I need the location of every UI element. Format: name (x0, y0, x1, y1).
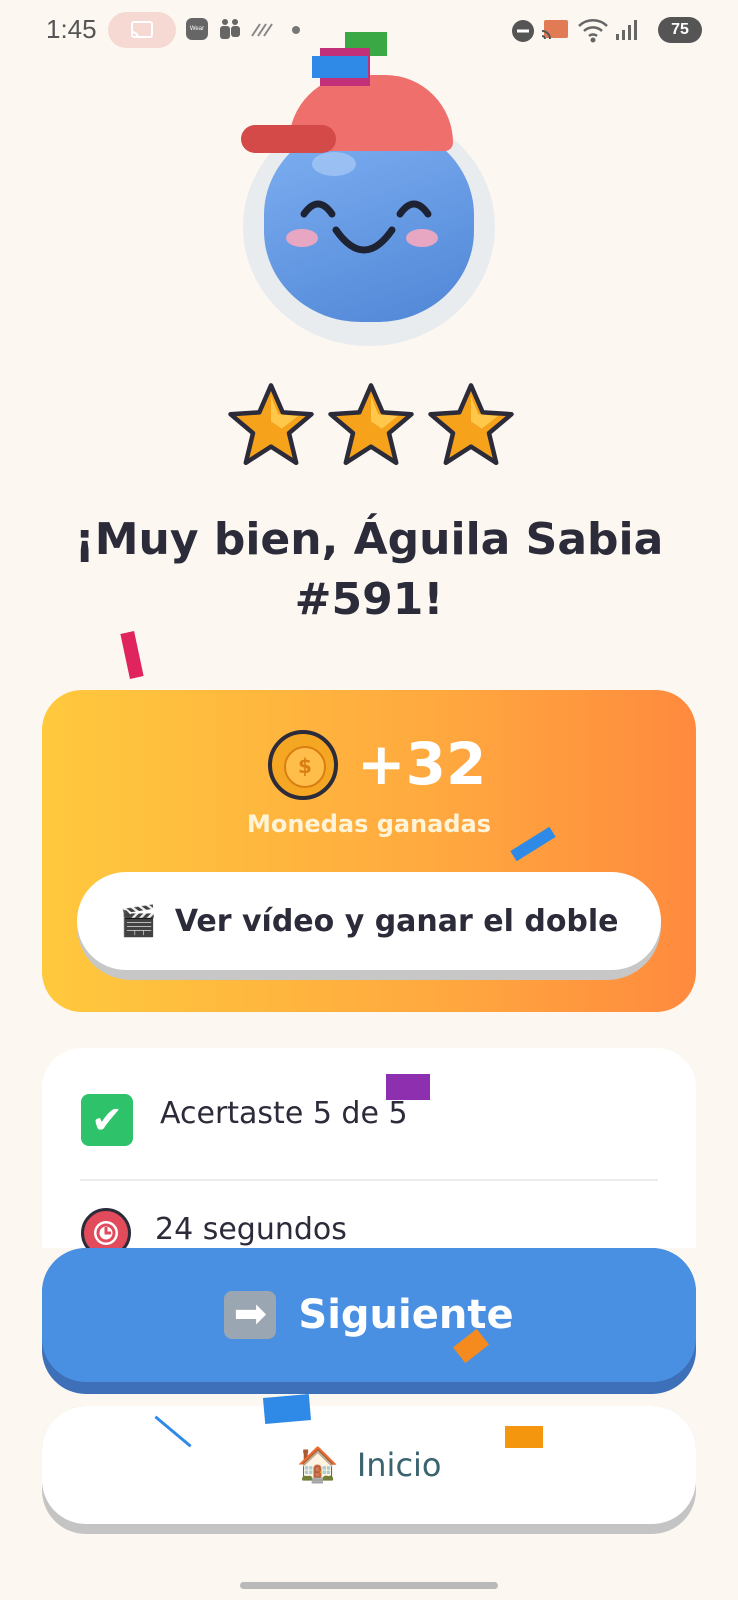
next-button-label: Siguiente (298, 1292, 514, 1338)
correct-answers-text: Acertaste 5 de 5 (160, 1096, 408, 1131)
confetti (505, 1426, 543, 1448)
stats-card (42, 1048, 696, 1268)
star-rating (226, 380, 516, 470)
star-icon (328, 383, 414, 466)
battery-icon: 75 (658, 17, 702, 43)
coins-caption: Monedas ganadas (246, 810, 492, 838)
screencast-icon (541, 20, 568, 40)
confetti (120, 631, 144, 679)
result-headline: ¡Muy bien, Águila Sabia #591! (74, 514, 664, 625)
watch-video-label: Ver vídeo y ganar el doble (174, 903, 619, 939)
house-icon: 🏠 (296, 1445, 339, 1485)
mascot-avatar (264, 124, 474, 322)
confetti (312, 56, 368, 78)
time-text: 24 segundos (155, 1212, 347, 1247)
divider (80, 1179, 658, 1181)
status-time: 1:45 (46, 14, 97, 44)
confetti (262, 1394, 312, 1424)
checkmark-icon: ✔ (81, 1094, 133, 1146)
arrow-right-icon: ➡ (224, 1291, 277, 1339)
clapperboard-icon: 🎬 (119, 903, 157, 939)
wifi-icon (578, 19, 608, 43)
coin-symbol: $ (284, 746, 326, 788)
home-button-label: Inicio (356, 1446, 442, 1484)
wear-os-icon: Wear (186, 18, 208, 40)
coins-amount: +32 (357, 730, 487, 798)
next-button[interactable]: ➡ Siguiente (42, 1248, 696, 1394)
coin-icon: $ (268, 730, 338, 800)
notification-dot (292, 26, 300, 34)
teams-icon (220, 19, 240, 39)
dnd-icon (512, 20, 534, 42)
star-icon (428, 383, 514, 466)
watch-video-double-button[interactable]: 🎬 Ver vídeo y ganar el doble (77, 872, 661, 980)
star-icon (228, 383, 314, 466)
cast-icon[interactable] (108, 12, 176, 48)
confetti (386, 1074, 430, 1100)
gesture-nav-handle[interactable] (240, 1582, 498, 1589)
cell-signal-icon (616, 20, 637, 40)
home-button[interactable]: 🏠 Inicio (42, 1406, 696, 1534)
signal-slash-icon (251, 23, 273, 37)
cap-brim (241, 125, 336, 153)
